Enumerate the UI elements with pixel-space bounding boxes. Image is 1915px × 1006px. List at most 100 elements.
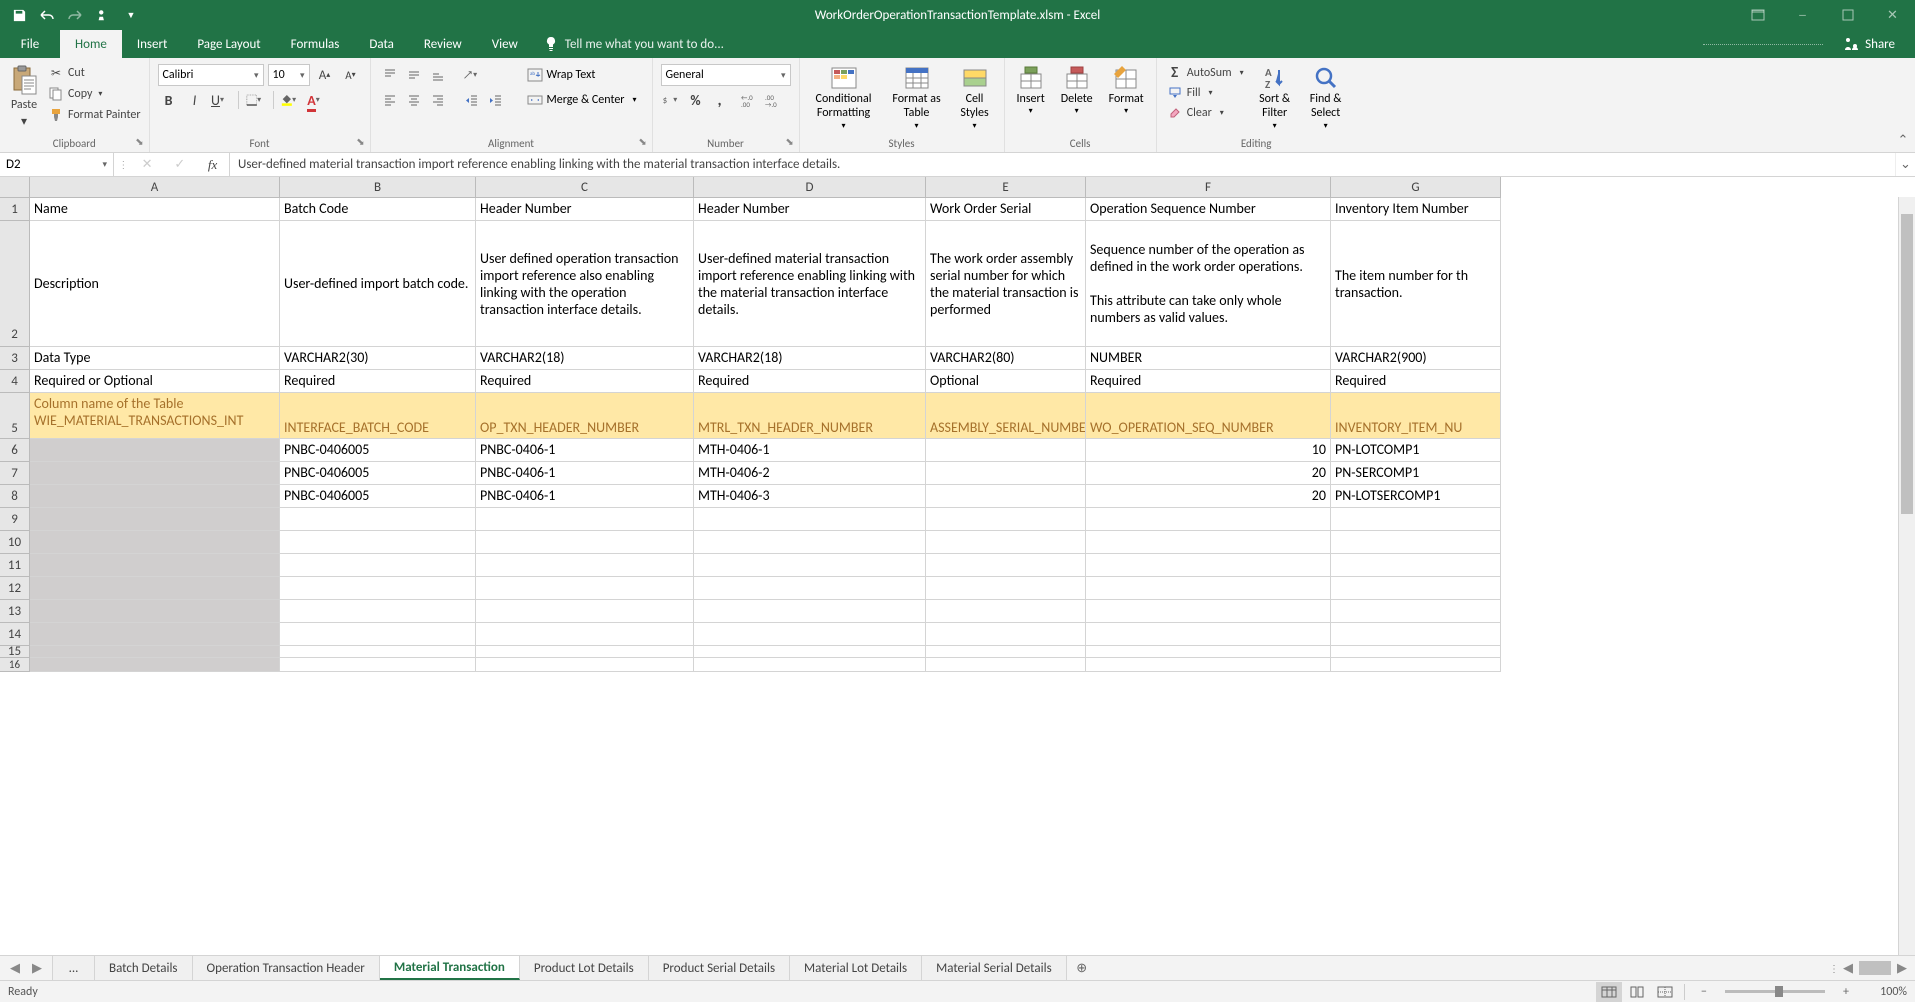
row-header-12[interactable]: 12 [0, 577, 30, 600]
align-right-icon[interactable] [427, 89, 449, 111]
col-header-E[interactable]: E [926, 177, 1086, 198]
cell-C2[interactable]: User defined operation transaction impor… [476, 221, 694, 347]
sheet-tab-material-lot[interactable]: Material Lot Details [790, 956, 922, 980]
cell-G8[interactable]: PN-LOTSERCOMP1 [1331, 485, 1501, 508]
cell-G10[interactable] [1331, 531, 1501, 554]
cell-B8[interactable]: PNBC-0406005 [280, 485, 476, 508]
cell-B6[interactable]: PNBC-0406005 [280, 439, 476, 462]
cell-C8[interactable]: PNBC-0406-1 [476, 485, 694, 508]
format-cells-button[interactable]: Format▾ [1101, 60, 1152, 120]
cell-E11[interactable] [926, 554, 1086, 577]
sheet-tab-material-serial[interactable]: Material Serial Details [922, 956, 1067, 980]
row-header-6[interactable]: 6 [0, 439, 30, 462]
cell-F3[interactable]: NUMBER [1086, 347, 1331, 370]
qat-customize-icon[interactable]: ▼ [118, 2, 144, 28]
cell-E5[interactable]: ASSEMBLY_SERIAL_NUMBER [926, 393, 1086, 439]
cell-G15[interactable] [1331, 646, 1501, 658]
cell-D7[interactable]: MTH-0406-2 [694, 462, 926, 485]
cell-E13[interactable] [926, 600, 1086, 623]
cell-F6[interactable]: 10 [1086, 439, 1331, 462]
cell-D3[interactable]: VARCHAR2(18) [694, 347, 926, 370]
format-painter-button[interactable]: Format Painter [46, 106, 143, 124]
sheet-tab-batch-details[interactable]: Batch Details [95, 956, 193, 980]
cell-C15[interactable] [476, 646, 694, 658]
cell-G6[interactable]: PN-LOTCOMP1 [1331, 439, 1501, 462]
cell-C11[interactable] [476, 554, 694, 577]
cell-D16[interactable] [694, 658, 926, 672]
cell-C12[interactable] [476, 577, 694, 600]
cell-G16[interactable] [1331, 658, 1501, 672]
cell-A16[interactable] [30, 658, 280, 672]
autosum-button[interactable]: ΣAutoSum▾ [1165, 64, 1246, 82]
undo-icon[interactable] [34, 2, 60, 28]
align-middle-icon[interactable] [403, 64, 425, 86]
format-as-table-button[interactable]: Format as Table▾ [884, 60, 950, 135]
cell-F1[interactable]: Operation Sequence Number [1086, 198, 1331, 221]
cut-button[interactable]: ✂Cut [46, 64, 143, 82]
cell-D6[interactable]: MTH-0406-1 [694, 439, 926, 462]
select-all-corner[interactable] [0, 177, 30, 198]
cell-D12[interactable] [694, 577, 926, 600]
fill-color-button[interactable]: ▾ [280, 89, 302, 111]
sheet-tab-product-lot[interactable]: Product Lot Details [520, 956, 649, 980]
row-header-14[interactable]: 14 [0, 623, 30, 646]
row-header-16[interactable]: 16 [0, 658, 30, 672]
font-color-button[interactable]: A▾ [306, 89, 328, 111]
cell-F4[interactable]: Required [1086, 370, 1331, 393]
conditional-formatting-button[interactable]: Conditional Formatting▾ [804, 60, 884, 135]
tab-view[interactable]: View [477, 30, 533, 58]
cell-A14[interactable] [30, 623, 280, 646]
cell-B13[interactable] [280, 600, 476, 623]
sheet-tab-material-txn[interactable]: Material Transaction [380, 956, 520, 980]
sheet-more[interactable]: ... [53, 956, 95, 980]
cell-G2[interactable]: The item number for th transaction. [1331, 221, 1501, 347]
cell-A9[interactable] [30, 508, 280, 531]
accounting-format-button[interactable]: $▾ [661, 89, 683, 111]
row-header-15[interactable]: 15 [0, 646, 30, 658]
cell-F14[interactable] [1086, 623, 1331, 646]
clear-button[interactable]: Clear▾ [1165, 104, 1246, 122]
row-header-2[interactable]: 2 [0, 221, 30, 347]
scrollbar-thumb[interactable] [1901, 214, 1913, 514]
cell-F12[interactable] [1086, 577, 1331, 600]
cell-B5[interactable]: INTERFACE_BATCH_CODE [280, 393, 476, 439]
cell-C4[interactable]: Required [476, 370, 694, 393]
cell-E12[interactable] [926, 577, 1086, 600]
row-header-11[interactable]: 11 [0, 554, 30, 577]
row-header-9[interactable]: 9 [0, 508, 30, 531]
cell-A7[interactable] [30, 462, 280, 485]
cell-F10[interactable] [1086, 531, 1331, 554]
row-header-3[interactable]: 3 [0, 347, 30, 370]
cell-B11[interactable] [280, 554, 476, 577]
cell-C9[interactable] [476, 508, 694, 531]
increase-font-icon[interactable]: A▴ [314, 64, 336, 86]
cell-D2[interactable]: User-defined material transaction import… [694, 221, 926, 347]
tab-insert[interactable]: Insert [122, 30, 183, 58]
cell-A4[interactable]: Required or Optional [30, 370, 280, 393]
col-header-B[interactable]: B [280, 177, 476, 198]
dialog-launcher-icon[interactable]: ⬊ [133, 134, 147, 148]
cell-D1[interactable]: Header Number [694, 198, 926, 221]
row-header-5[interactable]: 5 [0, 393, 30, 439]
cell-E10[interactable] [926, 531, 1086, 554]
cell-B9[interactable] [280, 508, 476, 531]
col-header-F[interactable]: F [1086, 177, 1331, 198]
decrease-indent-icon[interactable] [461, 89, 483, 111]
comma-button[interactable]: , [709, 89, 731, 111]
ribbon-options-icon[interactable] [1735, 0, 1780, 30]
sheet-next-icon[interactable]: ▶ [28, 961, 46, 976]
cell-G14[interactable] [1331, 623, 1501, 646]
cell-A15[interactable] [30, 646, 280, 658]
cell-G4[interactable]: Required [1331, 370, 1501, 393]
hscroll-thumb[interactable] [1859, 961, 1891, 975]
align-left-icon[interactable] [379, 89, 401, 111]
cell-C7[interactable]: PNBC-0406-1 [476, 462, 694, 485]
col-header-C[interactable]: C [476, 177, 694, 198]
delete-cells-button[interactable]: Delete▾ [1053, 60, 1101, 120]
border-button[interactable]: ▾ [245, 89, 267, 111]
cell-E1[interactable]: Work Order Serial [926, 198, 1086, 221]
row-header-10[interactable]: 10 [0, 531, 30, 554]
italic-button[interactable]: I [184, 89, 206, 111]
cell-B12[interactable] [280, 577, 476, 600]
cell-E14[interactable] [926, 623, 1086, 646]
